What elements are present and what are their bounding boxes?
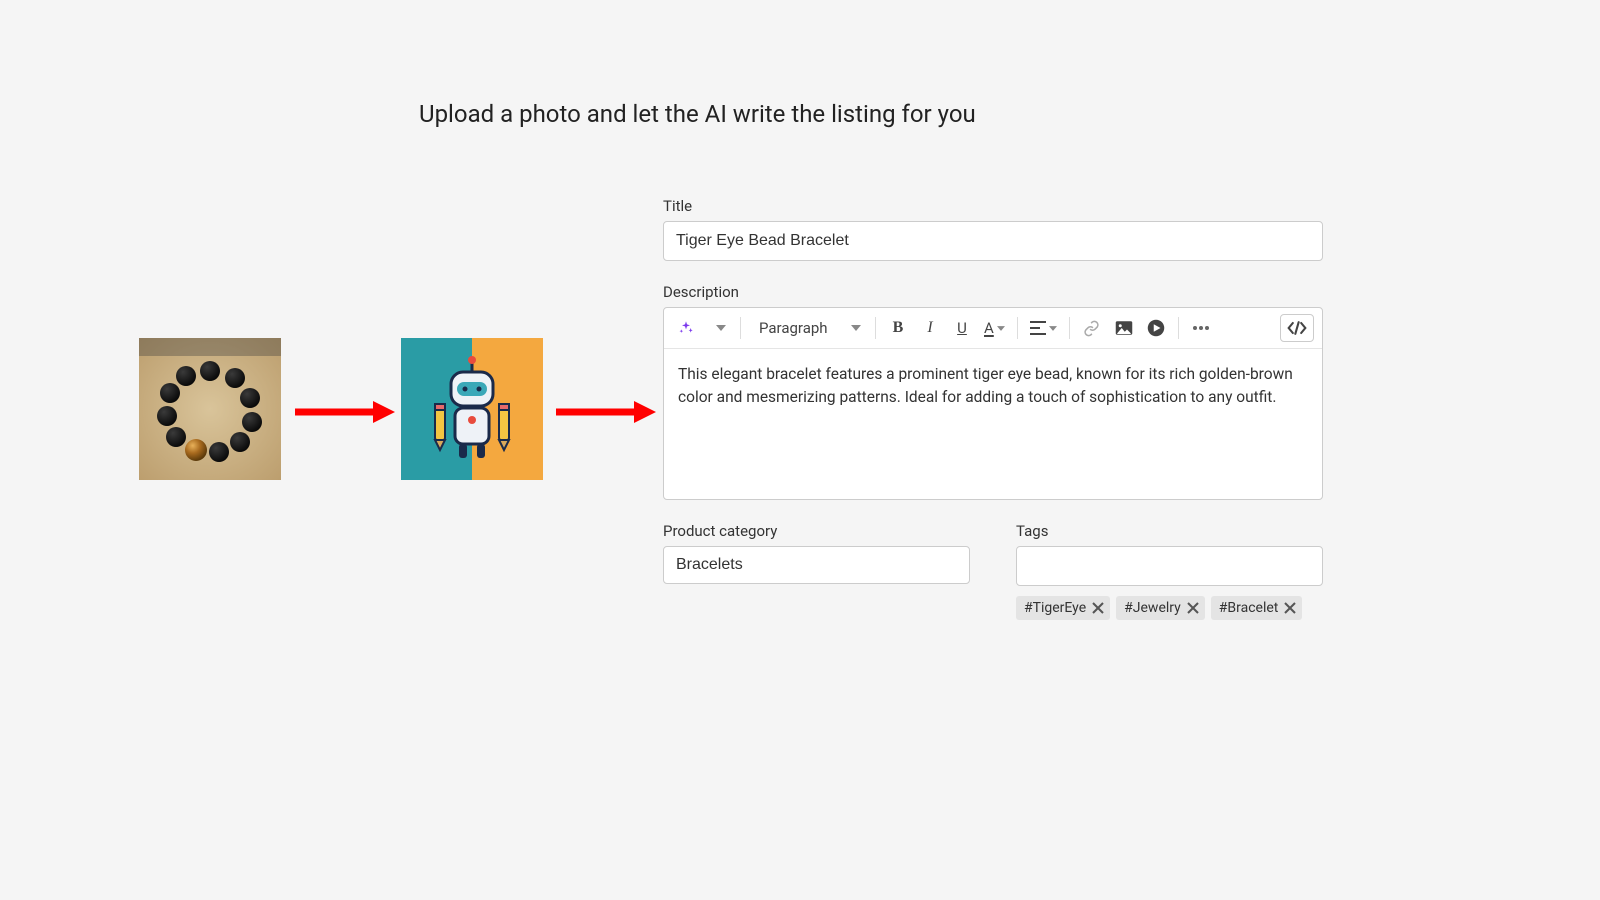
description-textarea[interactable]: This elegant bracelet features a promine… [664,349,1322,499]
category-input[interactable] [663,546,970,584]
tag-label: #Bracelet [1219,600,1279,616]
category-label: Product category [663,522,970,540]
tags-field-group: Tags #TigerEye #Jewelry #Bracelet [1016,522,1323,620]
link-button[interactable] [1078,314,1106,342]
toolbar-separator [740,317,741,339]
media-button[interactable] [1142,314,1170,342]
arrow-icon [295,400,395,424]
tag-remove-button[interactable] [1284,602,1296,614]
description-label: Description [663,283,1323,301]
rich-text-editor: Paragraph B I U A [663,307,1323,500]
ai-assist-dropdown[interactable] [704,314,732,342]
title-input[interactable] [663,221,1323,261]
ai-assist-button[interactable] [672,314,700,342]
paragraph-format-select[interactable]: Paragraph [749,314,867,342]
toolbar-separator [1178,317,1179,339]
toolbar-separator [875,317,876,339]
align-button[interactable] [1026,314,1061,342]
ai-robot-image [401,338,543,480]
tag-chip: #Jewelry [1116,596,1205,620]
arrow-icon [556,400,656,424]
tag-label: #TigerEye [1024,600,1086,616]
more-button[interactable] [1187,314,1215,342]
tags-label: Tags [1016,522,1323,540]
bold-button[interactable]: B [884,314,912,342]
code-view-button[interactable] [1280,314,1314,342]
editor-toolbar: Paragraph B I U A [664,308,1322,349]
tags-list: #TigerEye #Jewelry #Bracelet [1016,596,1323,620]
toolbar-separator [1069,317,1070,339]
toolbar-separator [1017,317,1018,339]
page-heading: Upload a photo and let the AI write the … [419,100,976,128]
tag-chip: #TigerEye [1016,596,1110,620]
image-button[interactable] [1110,314,1138,342]
paragraph-format-label: Paragraph [759,319,828,337]
listing-form: Title Description Paragraph B I U [663,197,1323,620]
description-field-group: Description Paragraph B I U A [663,283,1323,500]
italic-button[interactable]: I [916,314,944,342]
underline-button[interactable]: U [948,314,976,342]
tags-input[interactable] [1016,546,1323,586]
title-label: Title [663,197,1323,215]
text-color-button[interactable]: A [980,314,1009,342]
product-photo [139,338,281,480]
category-field-group: Product category [663,522,970,620]
tag-remove-button[interactable] [1092,602,1104,614]
tag-label: #Jewelry [1124,600,1181,616]
tag-chip: #Bracelet [1211,596,1303,620]
title-field-group: Title [663,197,1323,261]
bottom-fields-row: Product category Tags #TigerEye#Jewelry#… [663,522,1323,620]
tag-remove-button[interactable] [1187,602,1199,614]
